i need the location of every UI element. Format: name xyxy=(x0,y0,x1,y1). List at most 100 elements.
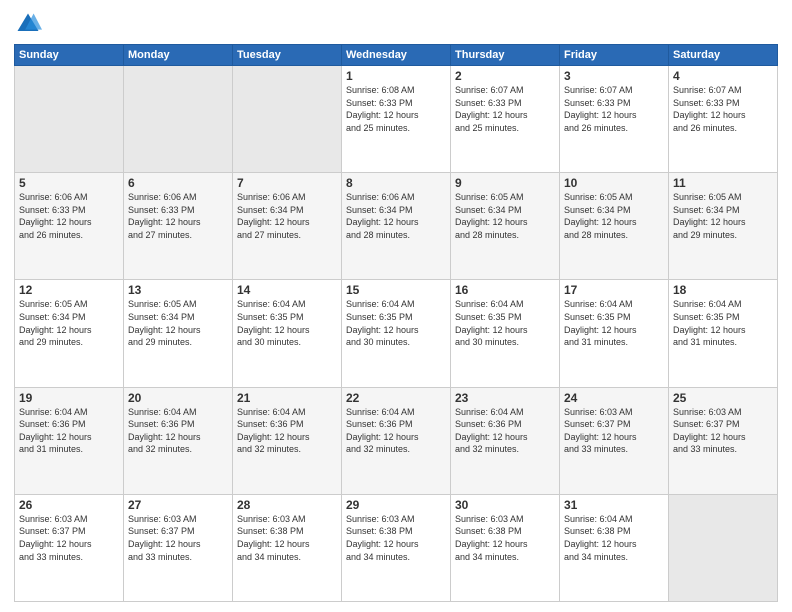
header xyxy=(14,10,778,38)
day-cell: 4Sunrise: 6:07 AM Sunset: 6:33 PM Daylig… xyxy=(669,66,778,173)
day-number: 20 xyxy=(128,391,228,405)
day-number: 10 xyxy=(564,176,664,190)
day-cell: 26Sunrise: 6:03 AM Sunset: 6:37 PM Dayli… xyxy=(15,494,124,601)
day-number: 25 xyxy=(673,391,773,405)
week-row-2: 5Sunrise: 6:06 AM Sunset: 6:33 PM Daylig… xyxy=(15,173,778,280)
day-info: Sunrise: 6:04 AM Sunset: 6:36 PM Dayligh… xyxy=(346,406,446,456)
day-info: Sunrise: 6:03 AM Sunset: 6:38 PM Dayligh… xyxy=(346,513,446,563)
day-cell: 27Sunrise: 6:03 AM Sunset: 6:37 PM Dayli… xyxy=(124,494,233,601)
day-cell xyxy=(15,66,124,173)
day-cell: 18Sunrise: 6:04 AM Sunset: 6:35 PM Dayli… xyxy=(669,280,778,387)
day-number: 16 xyxy=(455,283,555,297)
day-info: Sunrise: 6:03 AM Sunset: 6:37 PM Dayligh… xyxy=(564,406,664,456)
day-info: Sunrise: 6:04 AM Sunset: 6:36 PM Dayligh… xyxy=(19,406,119,456)
day-cell: 21Sunrise: 6:04 AM Sunset: 6:36 PM Dayli… xyxy=(233,387,342,494)
day-info: Sunrise: 6:06 AM Sunset: 6:33 PM Dayligh… xyxy=(128,191,228,241)
day-info: Sunrise: 6:06 AM Sunset: 6:34 PM Dayligh… xyxy=(237,191,337,241)
week-row-3: 12Sunrise: 6:05 AM Sunset: 6:34 PM Dayli… xyxy=(15,280,778,387)
day-cell: 7Sunrise: 6:06 AM Sunset: 6:34 PM Daylig… xyxy=(233,173,342,280)
page: SundayMondayTuesdayWednesdayThursdayFrid… xyxy=(0,0,792,612)
day-cell xyxy=(124,66,233,173)
day-number: 4 xyxy=(673,69,773,83)
day-info: Sunrise: 6:04 AM Sunset: 6:36 PM Dayligh… xyxy=(455,406,555,456)
day-cell: 31Sunrise: 6:04 AM Sunset: 6:38 PM Dayli… xyxy=(560,494,669,601)
calendar: SundayMondayTuesdayWednesdayThursdayFrid… xyxy=(14,44,778,602)
day-cell: 22Sunrise: 6:04 AM Sunset: 6:36 PM Dayli… xyxy=(342,387,451,494)
day-info: Sunrise: 6:05 AM Sunset: 6:34 PM Dayligh… xyxy=(128,298,228,348)
day-info: Sunrise: 6:07 AM Sunset: 6:33 PM Dayligh… xyxy=(673,84,773,134)
day-number: 14 xyxy=(237,283,337,297)
day-number: 18 xyxy=(673,283,773,297)
day-cell: 16Sunrise: 6:04 AM Sunset: 6:35 PM Dayli… xyxy=(451,280,560,387)
day-number: 6 xyxy=(128,176,228,190)
day-cell: 12Sunrise: 6:05 AM Sunset: 6:34 PM Dayli… xyxy=(15,280,124,387)
day-cell: 8Sunrise: 6:06 AM Sunset: 6:34 PM Daylig… xyxy=(342,173,451,280)
day-number: 8 xyxy=(346,176,446,190)
day-header-monday: Monday xyxy=(124,45,233,66)
day-number: 9 xyxy=(455,176,555,190)
day-info: Sunrise: 6:05 AM Sunset: 6:34 PM Dayligh… xyxy=(455,191,555,241)
day-number: 30 xyxy=(455,498,555,512)
day-cell: 19Sunrise: 6:04 AM Sunset: 6:36 PM Dayli… xyxy=(15,387,124,494)
day-number: 15 xyxy=(346,283,446,297)
day-header-friday: Friday xyxy=(560,45,669,66)
day-info: Sunrise: 6:05 AM Sunset: 6:34 PM Dayligh… xyxy=(19,298,119,348)
day-header-saturday: Saturday xyxy=(669,45,778,66)
day-info: Sunrise: 6:03 AM Sunset: 6:38 PM Dayligh… xyxy=(237,513,337,563)
day-info: Sunrise: 6:07 AM Sunset: 6:33 PM Dayligh… xyxy=(564,84,664,134)
logo xyxy=(14,10,44,38)
day-info: Sunrise: 6:06 AM Sunset: 6:34 PM Dayligh… xyxy=(346,191,446,241)
day-number: 26 xyxy=(19,498,119,512)
day-number: 3 xyxy=(564,69,664,83)
day-cell: 28Sunrise: 6:03 AM Sunset: 6:38 PM Dayli… xyxy=(233,494,342,601)
day-cell: 29Sunrise: 6:03 AM Sunset: 6:38 PM Dayli… xyxy=(342,494,451,601)
day-number: 21 xyxy=(237,391,337,405)
logo-icon xyxy=(14,10,42,38)
day-cell: 10Sunrise: 6:05 AM Sunset: 6:34 PM Dayli… xyxy=(560,173,669,280)
day-info: Sunrise: 6:07 AM Sunset: 6:33 PM Dayligh… xyxy=(455,84,555,134)
day-info: Sunrise: 6:04 AM Sunset: 6:36 PM Dayligh… xyxy=(237,406,337,456)
day-cell: 20Sunrise: 6:04 AM Sunset: 6:36 PM Dayli… xyxy=(124,387,233,494)
header-row: SundayMondayTuesdayWednesdayThursdayFrid… xyxy=(15,45,778,66)
day-header-wednesday: Wednesday xyxy=(342,45,451,66)
day-cell: 1Sunrise: 6:08 AM Sunset: 6:33 PM Daylig… xyxy=(342,66,451,173)
day-number: 23 xyxy=(455,391,555,405)
day-info: Sunrise: 6:03 AM Sunset: 6:37 PM Dayligh… xyxy=(19,513,119,563)
day-number: 27 xyxy=(128,498,228,512)
day-info: Sunrise: 6:04 AM Sunset: 6:35 PM Dayligh… xyxy=(564,298,664,348)
week-row-1: 1Sunrise: 6:08 AM Sunset: 6:33 PM Daylig… xyxy=(15,66,778,173)
day-number: 5 xyxy=(19,176,119,190)
day-number: 1 xyxy=(346,69,446,83)
day-header-tuesday: Tuesday xyxy=(233,45,342,66)
day-info: Sunrise: 6:04 AM Sunset: 6:35 PM Dayligh… xyxy=(673,298,773,348)
day-cell: 14Sunrise: 6:04 AM Sunset: 6:35 PM Dayli… xyxy=(233,280,342,387)
day-info: Sunrise: 6:04 AM Sunset: 6:36 PM Dayligh… xyxy=(128,406,228,456)
day-number: 24 xyxy=(564,391,664,405)
day-info: Sunrise: 6:04 AM Sunset: 6:35 PM Dayligh… xyxy=(237,298,337,348)
day-header-sunday: Sunday xyxy=(15,45,124,66)
day-number: 17 xyxy=(564,283,664,297)
day-cell: 3Sunrise: 6:07 AM Sunset: 6:33 PM Daylig… xyxy=(560,66,669,173)
day-info: Sunrise: 6:05 AM Sunset: 6:34 PM Dayligh… xyxy=(673,191,773,241)
day-cell xyxy=(669,494,778,601)
day-cell: 2Sunrise: 6:07 AM Sunset: 6:33 PM Daylig… xyxy=(451,66,560,173)
day-number: 29 xyxy=(346,498,446,512)
day-cell: 6Sunrise: 6:06 AM Sunset: 6:33 PM Daylig… xyxy=(124,173,233,280)
day-number: 22 xyxy=(346,391,446,405)
day-cell: 30Sunrise: 6:03 AM Sunset: 6:38 PM Dayli… xyxy=(451,494,560,601)
day-info: Sunrise: 6:03 AM Sunset: 6:37 PM Dayligh… xyxy=(128,513,228,563)
day-info: Sunrise: 6:03 AM Sunset: 6:37 PM Dayligh… xyxy=(673,406,773,456)
day-cell: 25Sunrise: 6:03 AM Sunset: 6:37 PM Dayli… xyxy=(669,387,778,494)
week-row-4: 19Sunrise: 6:04 AM Sunset: 6:36 PM Dayli… xyxy=(15,387,778,494)
day-cell: 23Sunrise: 6:04 AM Sunset: 6:36 PM Dayli… xyxy=(451,387,560,494)
day-number: 7 xyxy=(237,176,337,190)
day-info: Sunrise: 6:04 AM Sunset: 6:35 PM Dayligh… xyxy=(346,298,446,348)
day-info: Sunrise: 6:06 AM Sunset: 6:33 PM Dayligh… xyxy=(19,191,119,241)
day-number: 2 xyxy=(455,69,555,83)
day-info: Sunrise: 6:04 AM Sunset: 6:38 PM Dayligh… xyxy=(564,513,664,563)
day-number: 19 xyxy=(19,391,119,405)
day-cell: 15Sunrise: 6:04 AM Sunset: 6:35 PM Dayli… xyxy=(342,280,451,387)
day-info: Sunrise: 6:03 AM Sunset: 6:38 PM Dayligh… xyxy=(455,513,555,563)
day-info: Sunrise: 6:05 AM Sunset: 6:34 PM Dayligh… xyxy=(564,191,664,241)
day-number: 28 xyxy=(237,498,337,512)
